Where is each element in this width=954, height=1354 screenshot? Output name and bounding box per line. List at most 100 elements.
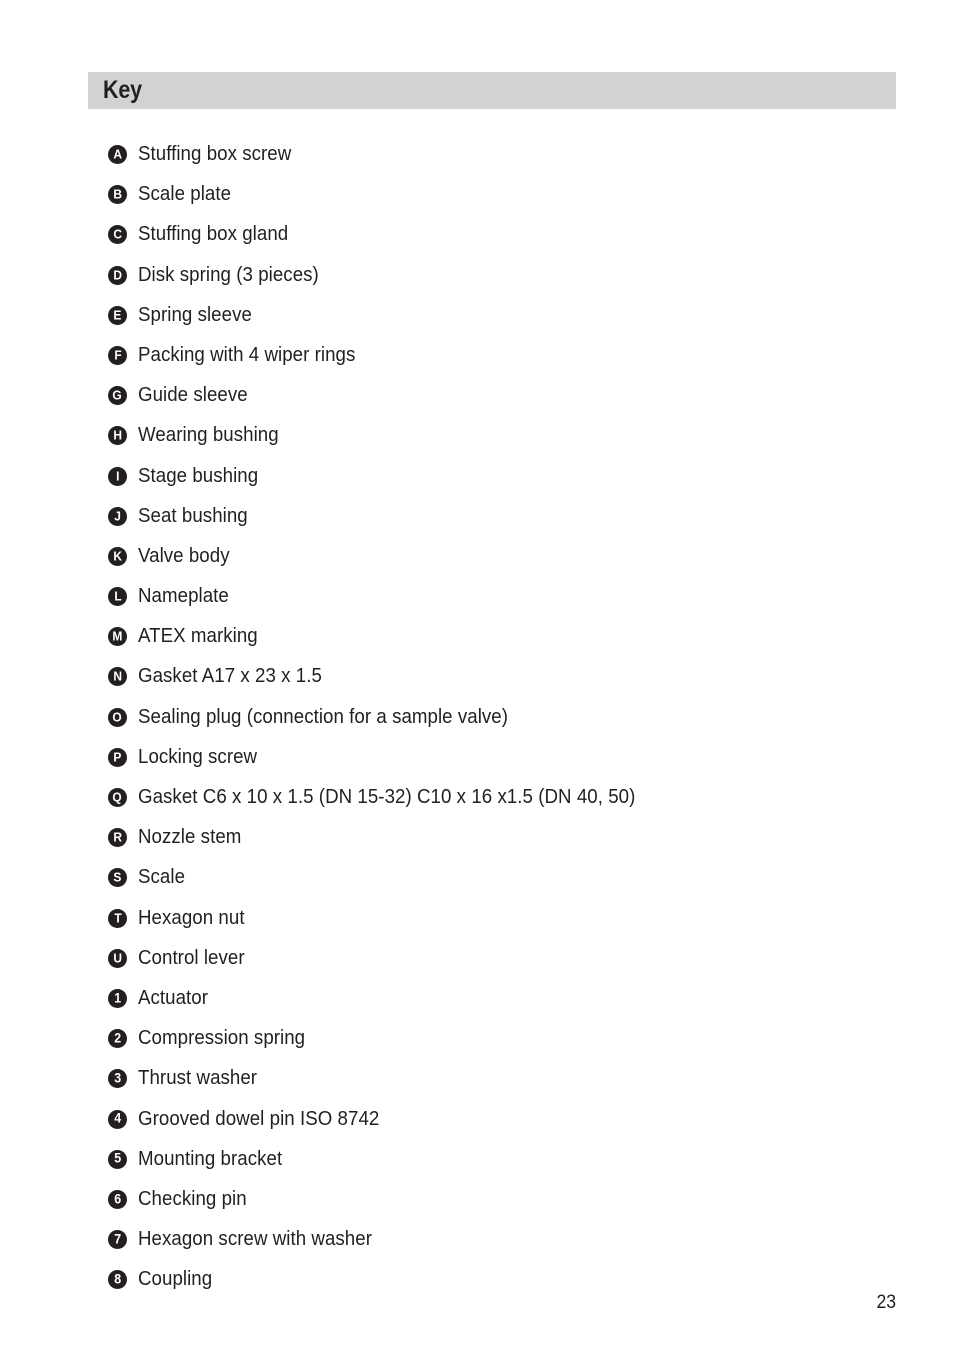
- key-marker-glyph: 5: [114, 1151, 121, 1167]
- key-marker-glyph: S: [113, 870, 122, 886]
- key-item-label: Checking pin: [138, 1187, 247, 1210]
- key-list-item: 7 Hexagon screw with washer: [108, 1228, 908, 1268]
- key-item-label: Scale plate: [138, 183, 232, 206]
- key-marker-badge: P: [108, 747, 127, 767]
- key-item-label: Sealing plug (connection for a sample va…: [138, 705, 509, 728]
- key-item-label: Hexagon nut: [138, 906, 245, 929]
- key-marker-glyph: B: [113, 186, 122, 202]
- key-marker-glyph: N: [113, 669, 122, 685]
- key-item-label: Nameplate: [138, 585, 229, 608]
- key-item-label: Actuator: [138, 986, 209, 1009]
- key-list-item: B Scale plate: [108, 183, 908, 223]
- key-marker-glyph: 8: [114, 1271, 121, 1287]
- key-list-item: 6 Checking pin: [108, 1188, 908, 1228]
- key-marker-badge: 1: [108, 988, 127, 1008]
- key-item-label: ATEX marking: [138, 625, 258, 648]
- key-item-label: Compression spring: [138, 1027, 306, 1050]
- key-list-item: C Stuffing box gland: [108, 223, 908, 263]
- key-marker-badge: 3: [108, 1069, 127, 1089]
- key-marker-glyph: M: [112, 628, 123, 644]
- key-list-item: Q Gasket C6 x 10 x 1.5 (DN 15-32) C10 x 1…: [108, 786, 908, 826]
- key-marker-badge: B: [108, 185, 127, 205]
- key-marker-badge: 7: [108, 1230, 127, 1250]
- key-marker-glyph: R: [113, 829, 122, 845]
- key-marker-badge: 5: [108, 1149, 127, 1169]
- key-list-item: T Hexagon nut: [108, 907, 908, 947]
- key-item-label: Stuffing box gland: [138, 223, 289, 246]
- key-legend-list: A Stuffing box screw B Scale plate C Stuffing…: [108, 143, 908, 1308]
- key-marker-glyph: T: [113, 910, 122, 926]
- key-marker-badge: T: [108, 908, 127, 928]
- key-marker-glyph: 1: [114, 990, 121, 1006]
- section-header-bar: Key: [88, 72, 896, 109]
- key-marker-glyph: C: [113, 227, 122, 243]
- key-marker-badge: L: [108, 587, 127, 607]
- key-marker-glyph: 4: [114, 1110, 121, 1126]
- key-item-label: Gasket A17 x 23 x 1.5: [138, 665, 322, 688]
- key-list-item: 5 Mounting bracket: [108, 1148, 908, 1188]
- key-list-item: I Stage bushing: [108, 465, 908, 505]
- key-marker-glyph: H: [113, 428, 122, 444]
- key-item-label: Control lever: [138, 946, 245, 969]
- key-item-label: Disk spring (3 pieces): [138, 263, 319, 286]
- key-marker-glyph: J: [114, 508, 121, 524]
- key-marker-badge: R: [108, 828, 127, 848]
- key-marker-badge: M: [108, 627, 127, 647]
- key-list-item: K Valve body: [108, 545, 908, 585]
- key-list-item: A Stuffing box screw: [108, 143, 908, 183]
- key-list-item: E Spring sleeve: [108, 304, 908, 344]
- key-list-item: S Scale: [108, 866, 908, 906]
- key-marker-badge: F: [108, 345, 127, 365]
- key-marker-glyph: G: [112, 387, 123, 403]
- key-item-label: Locking screw: [138, 745, 258, 768]
- key-list-item: 4 Grooved dowel pin ISO 8742: [108, 1108, 908, 1148]
- key-marker-glyph: 3: [114, 1070, 121, 1086]
- key-list-item: H Wearing bushing: [108, 424, 908, 464]
- key-item-label: Coupling: [138, 1268, 213, 1291]
- key-list-item: M ATEX marking: [108, 625, 908, 665]
- key-marker-badge: Q: [108, 788, 127, 807]
- key-item-label: Gasket C6 x 10 x 1.5 (DN 15-32) C10 x 16…: [138, 786, 636, 808]
- key-item-label: Nozzle stem: [138, 826, 242, 849]
- key-list-item: 8 Coupling: [108, 1268, 908, 1308]
- key-marker-badge: S: [108, 868, 127, 888]
- key-marker-badge: 4: [108, 1109, 127, 1129]
- key-list-item: O Sealing plug (connection for a sample v…: [108, 706, 908, 746]
- key-list-item: 3 Thrust washer: [108, 1067, 908, 1107]
- key-item-label: Mounting bracket: [138, 1147, 283, 1170]
- key-item-label: Stuffing box screw: [138, 143, 292, 165]
- key-item-label: Packing with 4 wiper rings: [138, 343, 356, 366]
- key-item-label: Grooved dowel pin ISO 8742: [138, 1107, 380, 1130]
- key-marker-badge: U: [108, 948, 127, 968]
- key-marker-badge: I: [108, 466, 127, 486]
- key-list-item: L Nameplate: [108, 585, 908, 625]
- key-item-label: Thrust washer: [138, 1067, 258, 1090]
- key-list-item: U Control lever: [108, 947, 908, 987]
- key-marker-badge: A: [108, 145, 127, 164]
- key-marker-glyph: U: [113, 950, 122, 966]
- key-list-item: D Disk spring (3 pieces): [108, 264, 908, 304]
- key-marker-badge: J: [108, 506, 127, 526]
- page-number: 23: [876, 1292, 896, 1313]
- key-marker-badge: C: [108, 225, 127, 245]
- key-item-label: Guide sleeve: [138, 384, 248, 407]
- key-marker-badge: 2: [108, 1029, 127, 1049]
- key-marker-glyph: F: [113, 347, 122, 363]
- key-marker-glyph: 2: [114, 1030, 121, 1046]
- key-marker-badge: O: [108, 707, 127, 727]
- key-marker-glyph: L: [113, 588, 122, 604]
- key-marker-badge: 8: [108, 1270, 127, 1290]
- key-list-item: R Nozzle stem: [108, 826, 908, 866]
- key-marker-glyph: K: [113, 548, 122, 564]
- key-marker-glyph: E: [113, 307, 122, 323]
- key-marker-glyph: I: [115, 468, 120, 484]
- key-marker-badge: K: [108, 546, 127, 566]
- key-list-item: P Locking screw: [108, 746, 908, 786]
- key-item-label: Valve body: [138, 544, 230, 567]
- key-item-label: Stage bushing: [138, 464, 259, 487]
- key-item-label: Hexagon screw with washer: [138, 1228, 372, 1251]
- key-marker-glyph: 7: [114, 1231, 121, 1247]
- key-list-item: J Seat bushing: [108, 505, 908, 545]
- key-item-label: Wearing bushing: [138, 424, 279, 447]
- key-list-item: 1 Actuator: [108, 987, 908, 1027]
